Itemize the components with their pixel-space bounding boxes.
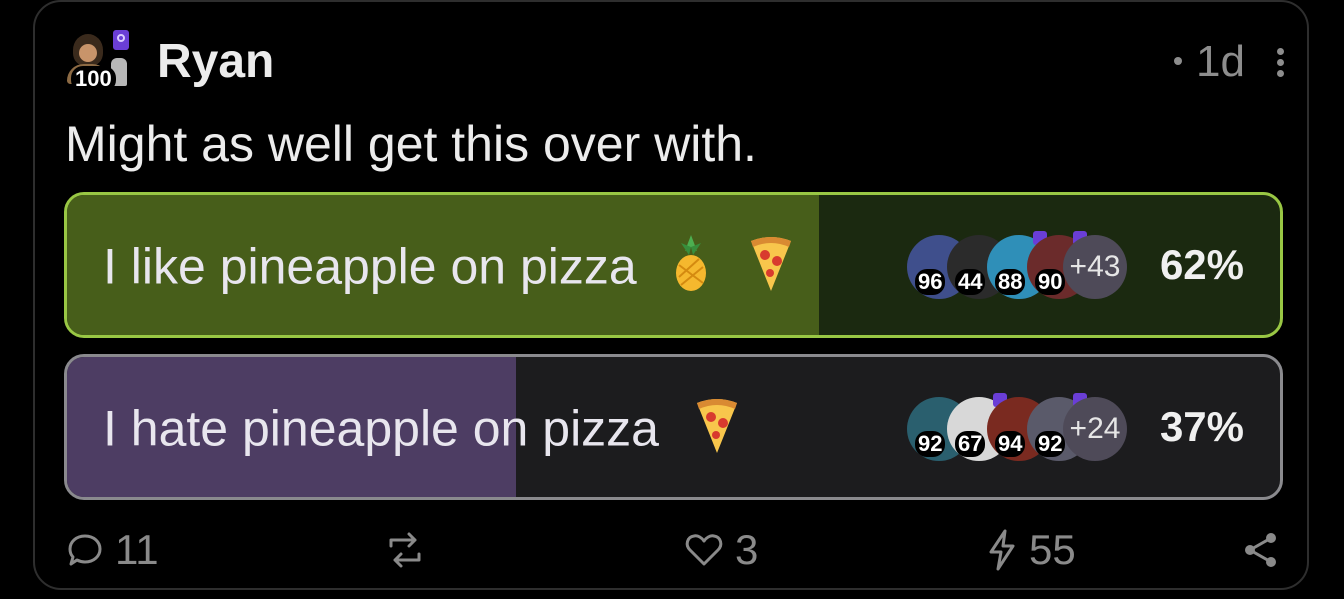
- post-text: Might as well get this over with.: [65, 116, 757, 172]
- heart-icon: [685, 534, 723, 566]
- share-button[interactable]: [1241, 522, 1291, 578]
- voter-level: 94: [995, 431, 1026, 457]
- repost-button[interactable]: [383, 522, 437, 578]
- voter-level: 88: [995, 269, 1026, 295]
- poll-option-percent: 37%: [1159, 403, 1244, 450]
- pineapple-emoji: [669, 233, 713, 308]
- share-icon: [1245, 533, 1276, 567]
- voter-level: 96: [915, 269, 946, 295]
- poll-option-text: I like pineapple on pizza: [103, 238, 637, 295]
- voter-level: 92: [915, 431, 946, 457]
- more-options-icon[interactable]: [1275, 48, 1285, 78]
- post-card[interactable]: 100 Ryan 1d Might as well get this over …: [33, 0, 1309, 590]
- boost-button[interactable]: 55: [985, 522, 1076, 578]
- post-header: 100 Ryan 1d: [65, 30, 1285, 100]
- more-voters-count: +43: [1063, 235, 1127, 299]
- poll-option-label: I like pineapple on pizza: [103, 233, 797, 308]
- author-name[interactable]: Ryan: [157, 32, 274, 92]
- time-ago: 1d: [1196, 37, 1245, 86]
- lightning-icon: [989, 529, 1015, 571]
- comment-count: 11: [115, 526, 159, 573]
- avatar-face: [79, 44, 97, 62]
- voter-level: 90: [1035, 269, 1066, 295]
- author-level-badge: 100: [71, 66, 116, 92]
- boost-count: 55: [1029, 526, 1076, 573]
- badge-icon: [113, 30, 129, 50]
- post-time: 1d: [1174, 32, 1245, 92]
- pizza-emoji: [745, 233, 797, 308]
- like-count: 3: [735, 526, 759, 573]
- pizza-emoji: [691, 395, 743, 470]
- comment-icon: [68, 534, 102, 566]
- voter-avatars[interactable]: 96 44 88 90 +43: [907, 231, 1127, 299]
- poll-option-label: I hate pineapple on pizza: [103, 395, 743, 470]
- repost-icon: [389, 532, 421, 568]
- voter-avatars[interactable]: 92 67 94 92 +24: [907, 393, 1127, 461]
- separator-dot: [1174, 57, 1183, 66]
- comment-button[interactable]: 11: [65, 522, 159, 578]
- avatar[interactable]: 100: [65, 30, 135, 96]
- voter-level: 92: [1035, 431, 1066, 457]
- poll-option-text: I hate pineapple on pizza: [103, 400, 659, 457]
- poll-option-2[interactable]: I hate pineapple on pizza 92 67 94 92 +2…: [64, 354, 1283, 500]
- poll-option-1[interactable]: I like pineapple on pizza 96 44 88 90 +4…: [64, 192, 1283, 338]
- voter-level: 67: [955, 431, 986, 457]
- voter-level: 44: [955, 269, 986, 295]
- like-button[interactable]: 3: [683, 522, 758, 578]
- post-actions: 11 3 55: [65, 522, 1285, 582]
- more-voters-count: +24: [1063, 397, 1127, 461]
- poll-option-percent: 62%: [1159, 241, 1244, 288]
